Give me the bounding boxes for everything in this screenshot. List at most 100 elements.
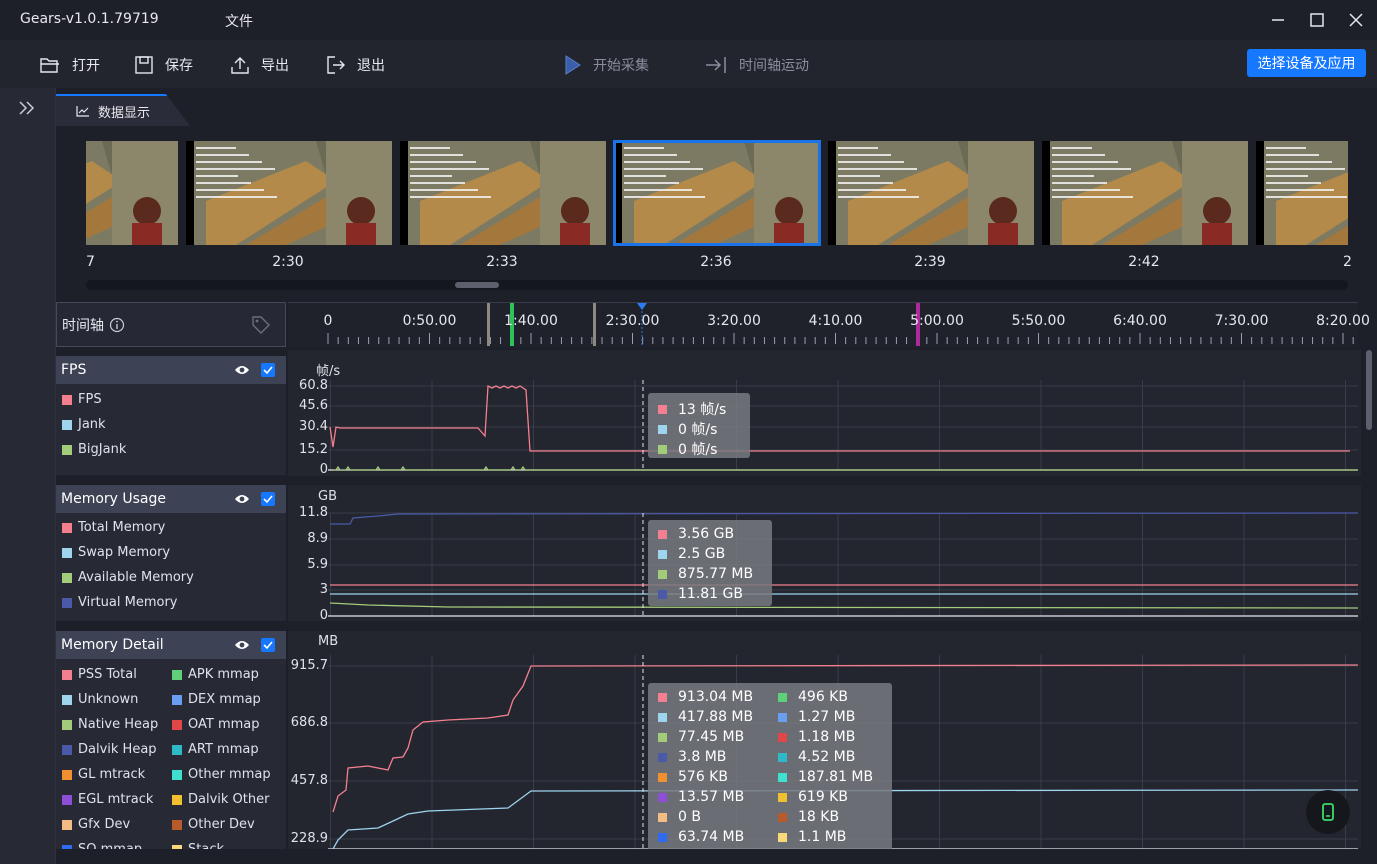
legend-label: Swap Memory <box>78 545 171 560</box>
main-scrollbar[interactable] <box>1364 348 1374 848</box>
y-tick-label: 915.7 <box>290 658 328 673</box>
open-button[interactable]: 打开 <box>40 54 100 76</box>
fps-chart[interactable]: 60.8 45.6 30.4 15.2 0 帧/s 13 帧/s 0 帧/s 0 帧/s <box>288 350 1361 476</box>
legend-label: Available Memory <box>78 570 194 585</box>
tooltip-item: 13 帧/s <box>658 399 726 419</box>
memory-usage-chart[interactable]: 11.8 8.9 5.9 3 0 GB 3.56 GB 2.5 GB 875.77 MB 11.8… <box>288 485 1361 621</box>
memory-usage-legend-item[interactable]: Available Memory <box>62 570 194 585</box>
tooltip-value: 576 KB <box>678 769 728 785</box>
thumbnail-scrollbar[interactable] <box>86 280 1348 290</box>
tooltip-value: 3.8 MB <box>678 749 727 765</box>
scrollbar-thumb[interactable] <box>1366 350 1372 430</box>
screenshot-thumbnail[interactable] <box>86 141 178 245</box>
legend-swatch <box>172 819 182 830</box>
memory-detail-legend-item[interactable]: Dalvik Heap <box>62 742 157 757</box>
memory-usage-visible-checkbox[interactable] <box>261 492 275 506</box>
memory-detail-legend-item[interactable]: Unknown <box>62 692 138 707</box>
eye-icon[interactable] <box>234 639 250 651</box>
screenshot-thumbnail[interactable] <box>400 141 606 245</box>
legend-label: Jank <box>78 417 106 432</box>
memory-detail-legend-item[interactable]: ART mmap <box>172 742 259 757</box>
tag-icon[interactable] <box>251 315 271 335</box>
memory-detail-visible-checkbox[interactable] <box>261 638 275 652</box>
tooltip-value: 3.56 GB <box>678 526 735 542</box>
fps-legend-item[interactable]: BigJank <box>62 442 126 457</box>
close-icon[interactable] <box>1344 8 1368 32</box>
exit-label: 退出 <box>357 58 385 74</box>
screenshot-thumbnail[interactable] <box>1042 141 1248 245</box>
timeline-move-button[interactable]: 时间轴运动 <box>705 54 809 76</box>
range-start-marker <box>487 303 490 346</box>
memory-detail-legend-item[interactable]: GL mtrack <box>62 767 145 782</box>
timeline-ruler[interactable]: 0 0:50.00 1:40.00 2:30.00 3:20.00 4:10.00 5:00… <box>288 302 1370 347</box>
fps-legend-item[interactable]: Jank <box>62 417 106 432</box>
legend-label: Native Heap <box>78 717 159 732</box>
thumbnail-time-label: 2:39 <box>914 254 946 270</box>
screenshot-thumbnail[interactable] <box>613 140 821 246</box>
tooltip-item: 13.57 MB <box>658 789 744 805</box>
memory-detail-legend-item[interactable]: Gfx Dev <box>62 817 130 832</box>
timeline-tick-label: 3:20.00 <box>707 313 761 329</box>
y-tick-label: 15.2 <box>299 442 328 457</box>
screenshot-thumbnail[interactable] <box>1256 141 1348 245</box>
save-button[interactable]: 保存 <box>135 54 193 76</box>
device-button[interactable] <box>1306 790 1350 834</box>
minimize-icon[interactable] <box>1266 8 1290 32</box>
fps-legend-item[interactable]: FPS <box>62 392 102 407</box>
expand-sidebar-icon[interactable] <box>18 100 36 120</box>
tab-data-display[interactable]: 数据显示 <box>56 94 190 126</box>
exit-icon <box>327 56 345 74</box>
tooltip-value: 496 KB <box>798 689 848 705</box>
memory-usage-legend-item[interactable]: Total Memory <box>62 520 165 535</box>
tooltip-value: 1.1 MB <box>798 829 847 845</box>
menu-file[interactable]: 文件 <box>225 11 253 31</box>
exit-button[interactable]: 退出 <box>327 54 385 76</box>
memory-detail-legend-item[interactable]: Other mmap <box>172 767 271 782</box>
memory-detail-legend-item[interactable]: SO mmap <box>62 842 142 849</box>
y-tick-label: 457.8 <box>290 773 328 788</box>
tooltip-value: 417.88 MB <box>678 709 754 725</box>
memory-detail-legend-item[interactable]: PSS Total <box>62 667 137 682</box>
memory-detail-chart[interactable]: 915.7 686.8 457.8 228.9 MB 913.04 MB 417.88 MB… <box>288 631 1361 849</box>
memory-detail-legend-item[interactable]: Dalvik Other <box>172 792 269 807</box>
memory-detail-legend-item[interactable]: Other Dev <box>172 817 255 832</box>
maximize-icon[interactable] <box>1305 8 1329 32</box>
memory-detail-legend-item[interactable]: EGL mtrack <box>62 792 153 807</box>
memory-detail-legend-item[interactable]: APK mmap <box>172 667 259 682</box>
select-device-button[interactable]: 选择设备及应用 <box>1247 49 1366 77</box>
tooltip-swatch <box>658 692 667 702</box>
scrollbar-thumb[interactable] <box>455 282 499 288</box>
legend-label: PSS Total <box>78 667 137 682</box>
tooltip-swatch <box>658 404 667 414</box>
tooltip-value: 187.81 MB <box>798 769 874 785</box>
memory-detail-legend-item[interactable]: OAT mmap <box>172 717 260 732</box>
tooltip-item: 63.74 MB <box>658 829 744 845</box>
screenshot-thumbnail[interactable] <box>828 141 1034 245</box>
eye-icon[interactable] <box>234 493 250 505</box>
legend-swatch <box>62 394 72 405</box>
memory-usage-panel-header: Memory Usage <box>56 485 286 513</box>
tooltip-item: 18 KB <box>778 809 839 825</box>
tooltip-swatch <box>778 772 787 782</box>
screenshot-thumbnail[interactable] <box>186 141 392 245</box>
tooltip-item: 4.52 MB <box>778 749 855 765</box>
info-icon[interactable] <box>109 317 125 333</box>
timeline-tick-label: 7:30.00 <box>1214 313 1269 329</box>
tooltip-item: 875.77 MB <box>658 566 753 582</box>
memory-usage-legend: Total Memory Swap Memory Available Memory V… <box>56 513 286 621</box>
legend-swatch <box>62 719 72 730</box>
line-chart-icon <box>76 106 89 117</box>
memory-detail-legend-item[interactable]: DEX mmap <box>172 692 261 707</box>
legend-swatch <box>172 744 182 755</box>
memory-usage-legend-item[interactable]: Swap Memory <box>62 545 170 560</box>
memory-usage-legend-item[interactable]: Virtual Memory <box>62 595 177 610</box>
thumbnail-time-label: 7 <box>86 254 95 270</box>
memory-detail-legend-item[interactable]: Native Heap <box>62 717 158 732</box>
export-button[interactable]: 导出 <box>231 54 289 76</box>
fps-visible-checkbox[interactable] <box>261 363 275 377</box>
timeline-tick-label: 5:00.00 <box>910 313 964 329</box>
title-bar: Gears-v1.0.1.79719 文件 <box>0 0 1377 40</box>
eye-icon[interactable] <box>234 364 250 376</box>
memory-detail-legend-item[interactable]: Stack <box>172 842 224 849</box>
start-capture-button[interactable]: 开始采集 <box>565 54 649 76</box>
